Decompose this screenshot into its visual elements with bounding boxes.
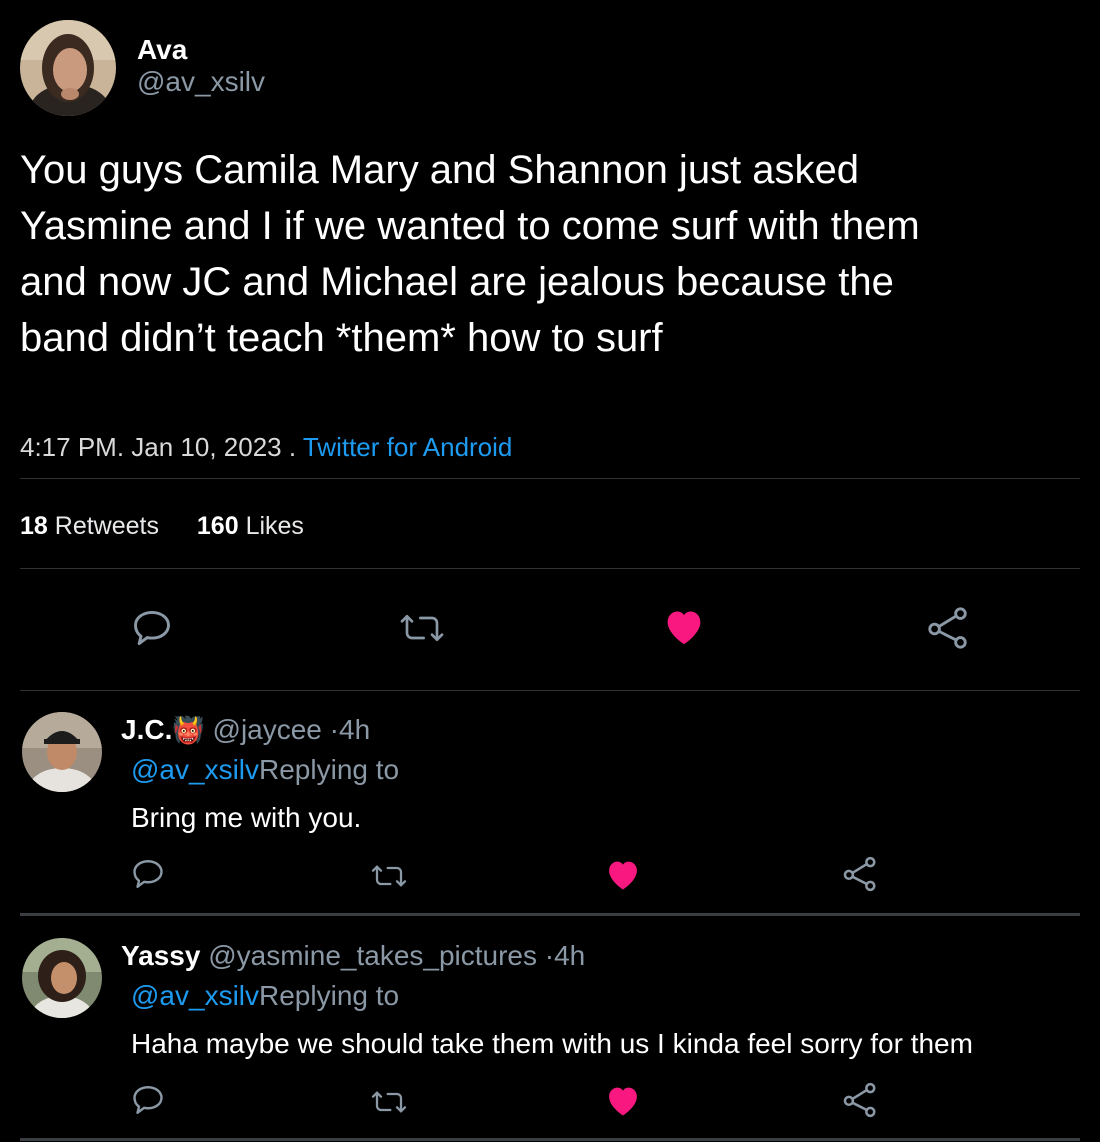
tweet-text-line: and now JC and Michael are jealous becau… (20, 260, 894, 304)
author-name[interactable]: Ava (137, 34, 187, 66)
reply-avatar[interactable] (22, 938, 102, 1018)
replying-to-mention[interactable]: @av_xsilv (131, 980, 259, 1011)
divider (20, 478, 1080, 479)
retweet-icon (371, 1091, 407, 1113)
reply-author-handle[interactable]: @yasmine_takes_pictures (208, 940, 537, 971)
like-button[interactable] (654, 598, 714, 654)
reply-author-handle[interactable]: @jaycee (213, 714, 322, 745)
replying-to-label: Replying to (259, 754, 400, 785)
divider (20, 1138, 1080, 1141)
reply-time: ·4h (329, 714, 371, 745)
divider (20, 913, 1080, 916)
share-icon (843, 856, 876, 892)
reply-author-name[interactable]: Yassy (121, 940, 200, 971)
replying-to-line: @av_xsilvReplying to (131, 980, 399, 1012)
retweet-count: 18 (20, 512, 48, 540)
like-count: 160 (196, 512, 239, 540)
like-button[interactable] (600, 852, 646, 896)
reply-icon (134, 610, 170, 646)
reply-avatar[interactable] (22, 712, 102, 792)
like-heart-icon (667, 611, 701, 645)
tweet-text-line: band didn’t teach *them* how to surf (20, 316, 663, 360)
share-button[interactable] (838, 852, 882, 896)
replying-to-line: @av_xsilvReplying to (131, 754, 399, 786)
likes-stat[interactable]: 160 Likes (197, 512, 304, 540)
tweet-text-line: Yasmine and I if we wanted to come surf … (20, 204, 920, 248)
retweet-icon (371, 865, 407, 887)
retweets-stat[interactable]: 18 Retweets (20, 512, 159, 540)
retweet-button[interactable] (365, 854, 413, 898)
reply-icon (133, 860, 163, 888)
tweet-text: You guys Camila Mary and Shannon just as… (20, 142, 1080, 366)
tweet-time: 4:17 PM (20, 432, 117, 462)
author-handle[interactable]: @av_xsilv (137, 66, 265, 98)
reply-header: Yassy @yasmine_takes_pictures ·4h (121, 940, 585, 972)
retweet-label: Retweets (54, 512, 159, 540)
share-icon (928, 607, 967, 649)
tweet-source-link[interactable]: Twitter for Android (303, 432, 513, 462)
replying-to-mention[interactable]: @av_xsilv (131, 754, 259, 785)
tweet-text-line: You guys Camila Mary and Shannon just as… (20, 148, 860, 192)
reply-header: J.C.👹 @jaycee ·4h (121, 714, 370, 746)
tweet-stats: 18 Retweets 160 Likes (20, 512, 304, 541)
divider (20, 690, 1080, 691)
retweet-button[interactable] (392, 600, 452, 656)
divider (20, 568, 1080, 569)
reply-button[interactable] (126, 852, 170, 896)
reply-text: Bring me with you. (131, 802, 362, 833)
author-avatar[interactable] (20, 20, 116, 116)
reply-icon (133, 1086, 163, 1114)
reply-text: Haha maybe we should take them with us I… (131, 1028, 973, 1059)
devil-emoji-icon: 👹 (172, 715, 205, 745)
retweet-button[interactable] (365, 1080, 413, 1124)
like-heart-icon (609, 1087, 637, 1116)
like-button[interactable] (600, 1078, 646, 1122)
tweet-date: . Jan 10, 2023 . (116, 432, 297, 462)
reply-author-name[interactable]: J.C. (121, 714, 172, 745)
share-button[interactable] (920, 600, 976, 656)
tweet-meta: 4:17 PM. Jan 10, 2023 . Twitter for Andr… (20, 432, 512, 463)
replying-to-label: Replying to (259, 980, 400, 1011)
reply-button[interactable] (124, 600, 180, 656)
like-label: Likes (245, 512, 304, 540)
like-heart-icon (609, 861, 637, 890)
reply-time: ·4h (544, 940, 586, 971)
reply-button[interactable] (126, 1078, 170, 1122)
share-icon (843, 1082, 876, 1118)
share-button[interactable] (838, 1078, 882, 1122)
retweet-icon (400, 615, 444, 641)
